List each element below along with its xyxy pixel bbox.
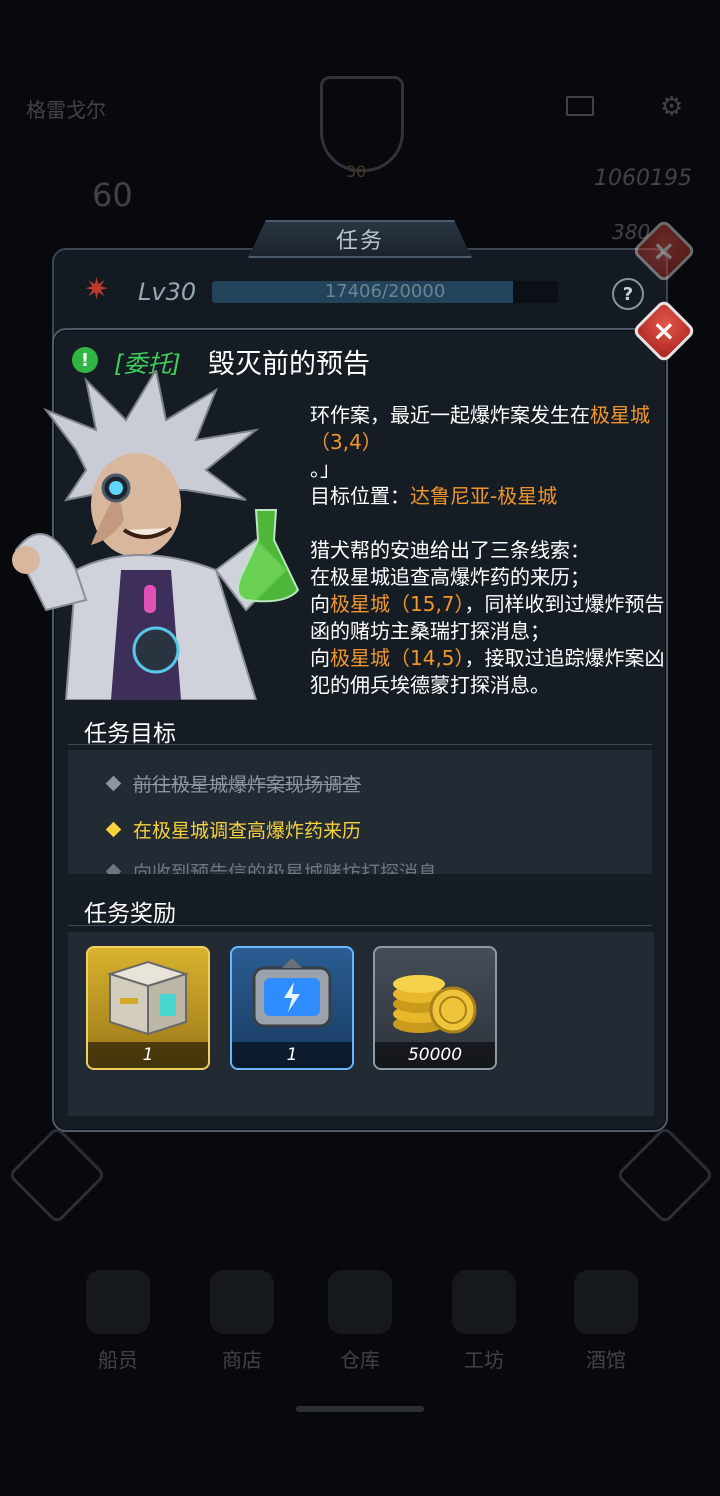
divider — [68, 744, 652, 745]
clue-intro: 猎犬帮的安迪给出了三条线索： — [310, 538, 590, 562]
reward-item[interactable]: 1 — [230, 946, 354, 1070]
reward-quantity: 1 — [232, 1042, 352, 1068]
close-icon: × — [652, 314, 676, 347]
target-label: 目标位置： — [310, 484, 410, 508]
reward-quantity: 1 — [88, 1042, 208, 1068]
location-link[interactable]: 极星城（14,5） — [330, 646, 465, 670]
nav-item-tavern: 酒馆 — [556, 1250, 656, 1373]
nav-item-shop: 商店 — [192, 1250, 292, 1373]
supply-crate-icon — [106, 960, 190, 1036]
reward-item[interactable]: 50000 — [373, 946, 497, 1070]
gold-coins-icon — [393, 975, 477, 1034]
objective-text: 向收到预告信的极星城赌坊打探消息 — [133, 862, 438, 874]
gear-icon: ⚙ — [660, 92, 684, 122]
warehouse-icon — [328, 1270, 392, 1334]
nav-label: 船员 — [98, 1348, 138, 1372]
crew-icon — [86, 1270, 150, 1334]
objective-completed: 前往极星城爆炸案现场调查 — [105, 770, 362, 797]
clue-text: 在极星城追查高爆炸药的来历； — [310, 565, 590, 589]
diamond-bullet-icon — [105, 775, 122, 792]
xp-progress-text: 17406/20000 — [324, 281, 446, 302]
help-button[interactable]: ? — [612, 278, 644, 310]
objectives-title: 任务目标 — [84, 721, 176, 747]
diamond-bullet-icon — [105, 821, 122, 838]
energy-battery-icon — [252, 958, 332, 1028]
nav-item-warehouse: 仓库 — [310, 1250, 410, 1373]
objective-text: 前往极星城爆炸案现场调查 — [133, 774, 362, 796]
nav-item-workshop: 工坊 — [434, 1250, 534, 1373]
player-emblem-icon — [320, 76, 404, 172]
close-icon: × — [652, 234, 676, 267]
side-list-icon — [615, 1125, 715, 1225]
player-name: 格雷戈尔 — [26, 98, 106, 122]
diamond-bullet-icon — [105, 863, 122, 874]
bottom-nav: 船员 商店 仓库 工坊 酒馆 — [0, 1250, 720, 1430]
objectives-list[interactable]: 前往极星城爆炸案现场调查 在极星城调查高爆炸药来历 向收到预告信的极星城赌坊打探… — [68, 750, 652, 874]
rewards-panel: 1 1 50000 — [68, 932, 654, 1116]
divider — [68, 925, 652, 926]
nav-label: 仓库 — [340, 1348, 380, 1372]
quest-description: 环作案，最近一起爆炸案发生在极星城（3,4） 。」 目标位置：达鲁尼亚-极星城 … — [310, 402, 670, 699]
nav-label: 工坊 — [464, 1348, 504, 1372]
workshop-icon — [452, 1270, 516, 1334]
shop-icon — [210, 1270, 274, 1334]
rewards-title: 任务奖励 — [84, 901, 176, 927]
clue-text: 向 — [310, 592, 330, 616]
power-value: 60 — [92, 176, 133, 214]
story-text: 。」 — [310, 457, 340, 481]
nav-item-crew: 船员 — [68, 1250, 168, 1373]
objective-active: 在极星城调查高爆炸药来历 — [105, 816, 362, 843]
objective-text: 在极星城调查高爆炸药来历 — [133, 820, 362, 842]
nav-label: 酒馆 — [586, 1348, 626, 1372]
target-location[interactable]: 达鲁尼亚-极星城 — [410, 484, 557, 508]
tavern-icon — [574, 1270, 638, 1334]
player-level: 30 — [346, 162, 367, 181]
mail-icon — [566, 96, 594, 116]
xp-progress-bar: 17406/20000 — [212, 281, 558, 303]
rank-insignia-icon: ✷ — [84, 272, 110, 307]
location-link[interactable]: 极星城（15,7） — [330, 592, 465, 616]
reward-item[interactable]: 1 — [86, 946, 210, 1070]
clue-text: 向 — [310, 646, 330, 670]
objective-pending: 向收到预告信的极星城赌坊打探消息 — [105, 858, 438, 874]
task-panel-title: 任务 — [248, 220, 472, 258]
side-quest-icon — [7, 1125, 107, 1225]
story-text: 环作案，最近一起爆炸案发生在 — [310, 403, 590, 427]
gold-amount: 1060195 — [594, 166, 692, 191]
reward-quantity: 50000 — [375, 1042, 495, 1068]
quest-giver-portrait — [12, 370, 300, 700]
nav-label: 商店 — [222, 1348, 262, 1372]
home-indicator — [296, 1406, 424, 1412]
task-level: Lv30 — [138, 278, 197, 306]
